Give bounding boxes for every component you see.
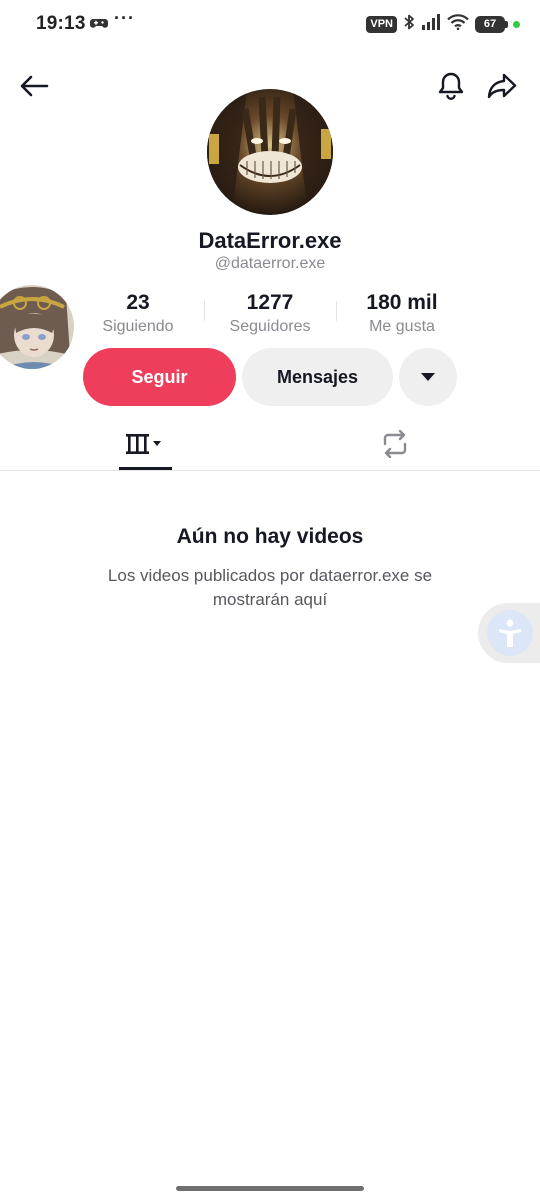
notifications-button[interactable] (431, 66, 471, 106)
accessibility-icon-container (487, 610, 533, 656)
empty-state-description: Los videos publicados por dataerror.exe … (107, 566, 433, 609)
profile-name: DataError.exe (198, 228, 342, 253)
profile-handle: @dataerror.exe (214, 255, 326, 272)
share-button[interactable] (482, 66, 522, 106)
stat-likes[interactable]: 180 mil Me gusta (352, 290, 452, 337)
following-count: 23 (126, 291, 150, 314)
privacy-indicator-dot (513, 20, 520, 28)
likes-count: 180 mil (366, 291, 438, 314)
grid-icon (126, 434, 161, 454)
followers-label: Seguidores (229, 318, 311, 335)
game-controller-icon (90, 15, 108, 31)
stat-divider (336, 301, 337, 321)
wifi-icon (447, 13, 469, 35)
accessibility-floating-button[interactable] (478, 603, 540, 663)
message-button[interactable]: Mensajes (242, 348, 393, 406)
tab-reposts[interactable] (370, 420, 420, 468)
status-more-dots: ··· (114, 8, 135, 28)
accessibility-icon (499, 619, 521, 647)
status-time: 19:13 (36, 13, 86, 34)
back-arrow-icon (20, 75, 49, 97)
story-avatar[interactable] (0, 285, 74, 369)
bluetooth-icon (403, 13, 415, 36)
status-indicators: VPN 67 (366, 13, 520, 36)
profile-avatar[interactable] (207, 89, 333, 215)
chevron-down-icon (421, 373, 435, 381)
followers-count: 1277 (246, 291, 294, 314)
back-button[interactable] (14, 66, 54, 106)
status-bar: 19:13 ··· VPN 67 (0, 0, 540, 50)
home-indicator[interactable] (176, 1186, 364, 1191)
more-options-button[interactable] (399, 348, 457, 406)
follow-button[interactable]: Seguir (83, 348, 236, 406)
tabs-divider (0, 470, 540, 471)
stat-divider (204, 301, 205, 321)
stat-following[interactable]: 23 Siguiendo (88, 290, 188, 337)
likes-label: Me gusta (369, 318, 435, 335)
bell-icon (438, 72, 464, 100)
tab-videos[interactable] (118, 420, 172, 468)
signal-icon (421, 13, 441, 35)
stat-followers[interactable]: 1277 Seguidores (220, 290, 320, 337)
vpn-badge: VPN (366, 15, 397, 33)
share-icon (487, 73, 517, 99)
following-label: Siguiendo (102, 318, 174, 335)
battery-indicator: 67 (475, 15, 508, 33)
repost-icon (383, 430, 407, 458)
empty-state-title: Aún no hay videos (176, 525, 364, 548)
